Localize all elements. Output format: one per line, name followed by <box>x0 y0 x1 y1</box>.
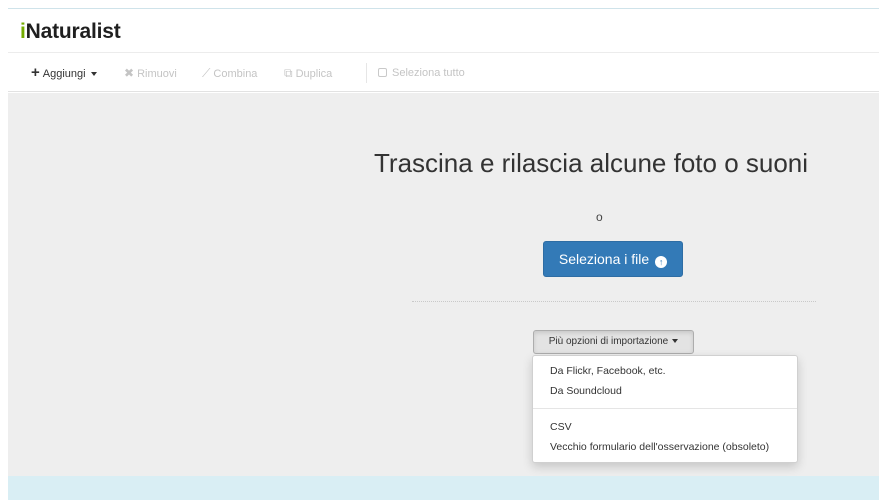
combine-label: Combina <box>213 68 258 80</box>
app-window: iNaturalist + Aggiungi ✖ Rimuovi ⟋ Combina … <box>8 8 879 500</box>
menu-item-old-observation-form[interactable]: Vecchio formulario dell'osservazione (ob… <box>550 441 769 453</box>
duplicate-label: Duplica <box>295 68 333 80</box>
checkbox-icon <box>378 68 387 77</box>
remove-label: Rimuovi <box>137 68 177 80</box>
duplicate-button[interactable]: ⧉ Duplica <box>284 53 332 93</box>
upload-circle-icon: ↑ <box>655 256 668 268</box>
more-import-label: Più opzioni di importazione <box>548 336 669 347</box>
caret-down-icon <box>90 72 97 77</box>
menu-divider <box>533 408 797 409</box>
add-button[interactable]: + Aggiungi <box>31 53 97 93</box>
or-text: o <box>596 210 603 224</box>
copy-icon: ⧉ <box>284 66 293 80</box>
select-all-label: Seleziona tutto <box>392 67 465 79</box>
upload-area[interactable]: Trascina e rilascia alcune foto o suoni … <box>8 93 879 476</box>
footer-band <box>8 476 879 500</box>
plus-icon: + <box>31 64 40 81</box>
caret-down-icon <box>672 339 679 344</box>
dotted-divider <box>412 301 816 302</box>
menu-item-csv[interactable]: CSV <box>550 421 572 433</box>
x-icon: ✖ <box>124 66 135 80</box>
wand-icon: ⟋ <box>202 66 211 80</box>
menu-item-flickr-facebook[interactable]: Da Flickr, Facebook, etc. <box>550 365 666 377</box>
toolbar-divider <box>366 63 367 83</box>
logo-text: Naturalist <box>25 20 121 43</box>
add-label: Aggiungi <box>42 68 86 80</box>
header: iNaturalist <box>8 9 879 52</box>
import-options-menu: Da Flickr, Facebook, etc. Da Soundcloud … <box>532 355 798 463</box>
more-import-options-button[interactable]: Più opzioni di importazione <box>533 330 694 354</box>
combine-button[interactable]: ⟋ Combina <box>202 53 257 93</box>
menu-item-soundcloud[interactable]: Da Soundcloud <box>550 385 622 397</box>
select-all-checkbox[interactable]: Seleziona tutto <box>378 53 465 93</box>
select-files-button[interactable]: Seleziona i file ↑ <box>543 241 683 277</box>
toolbar: + Aggiungi ✖ Rimuovi ⟋ Combina ⧉ Duplica Sel… <box>8 52 879 92</box>
drop-title: Trascina e rilascia alcune foto o suoni <box>374 148 809 178</box>
remove-button[interactable]: ✖ Rimuovi <box>124 53 177 93</box>
select-files-label: Seleziona i file <box>558 251 650 267</box>
inaturalist-logo[interactable]: iNaturalist <box>20 20 121 44</box>
